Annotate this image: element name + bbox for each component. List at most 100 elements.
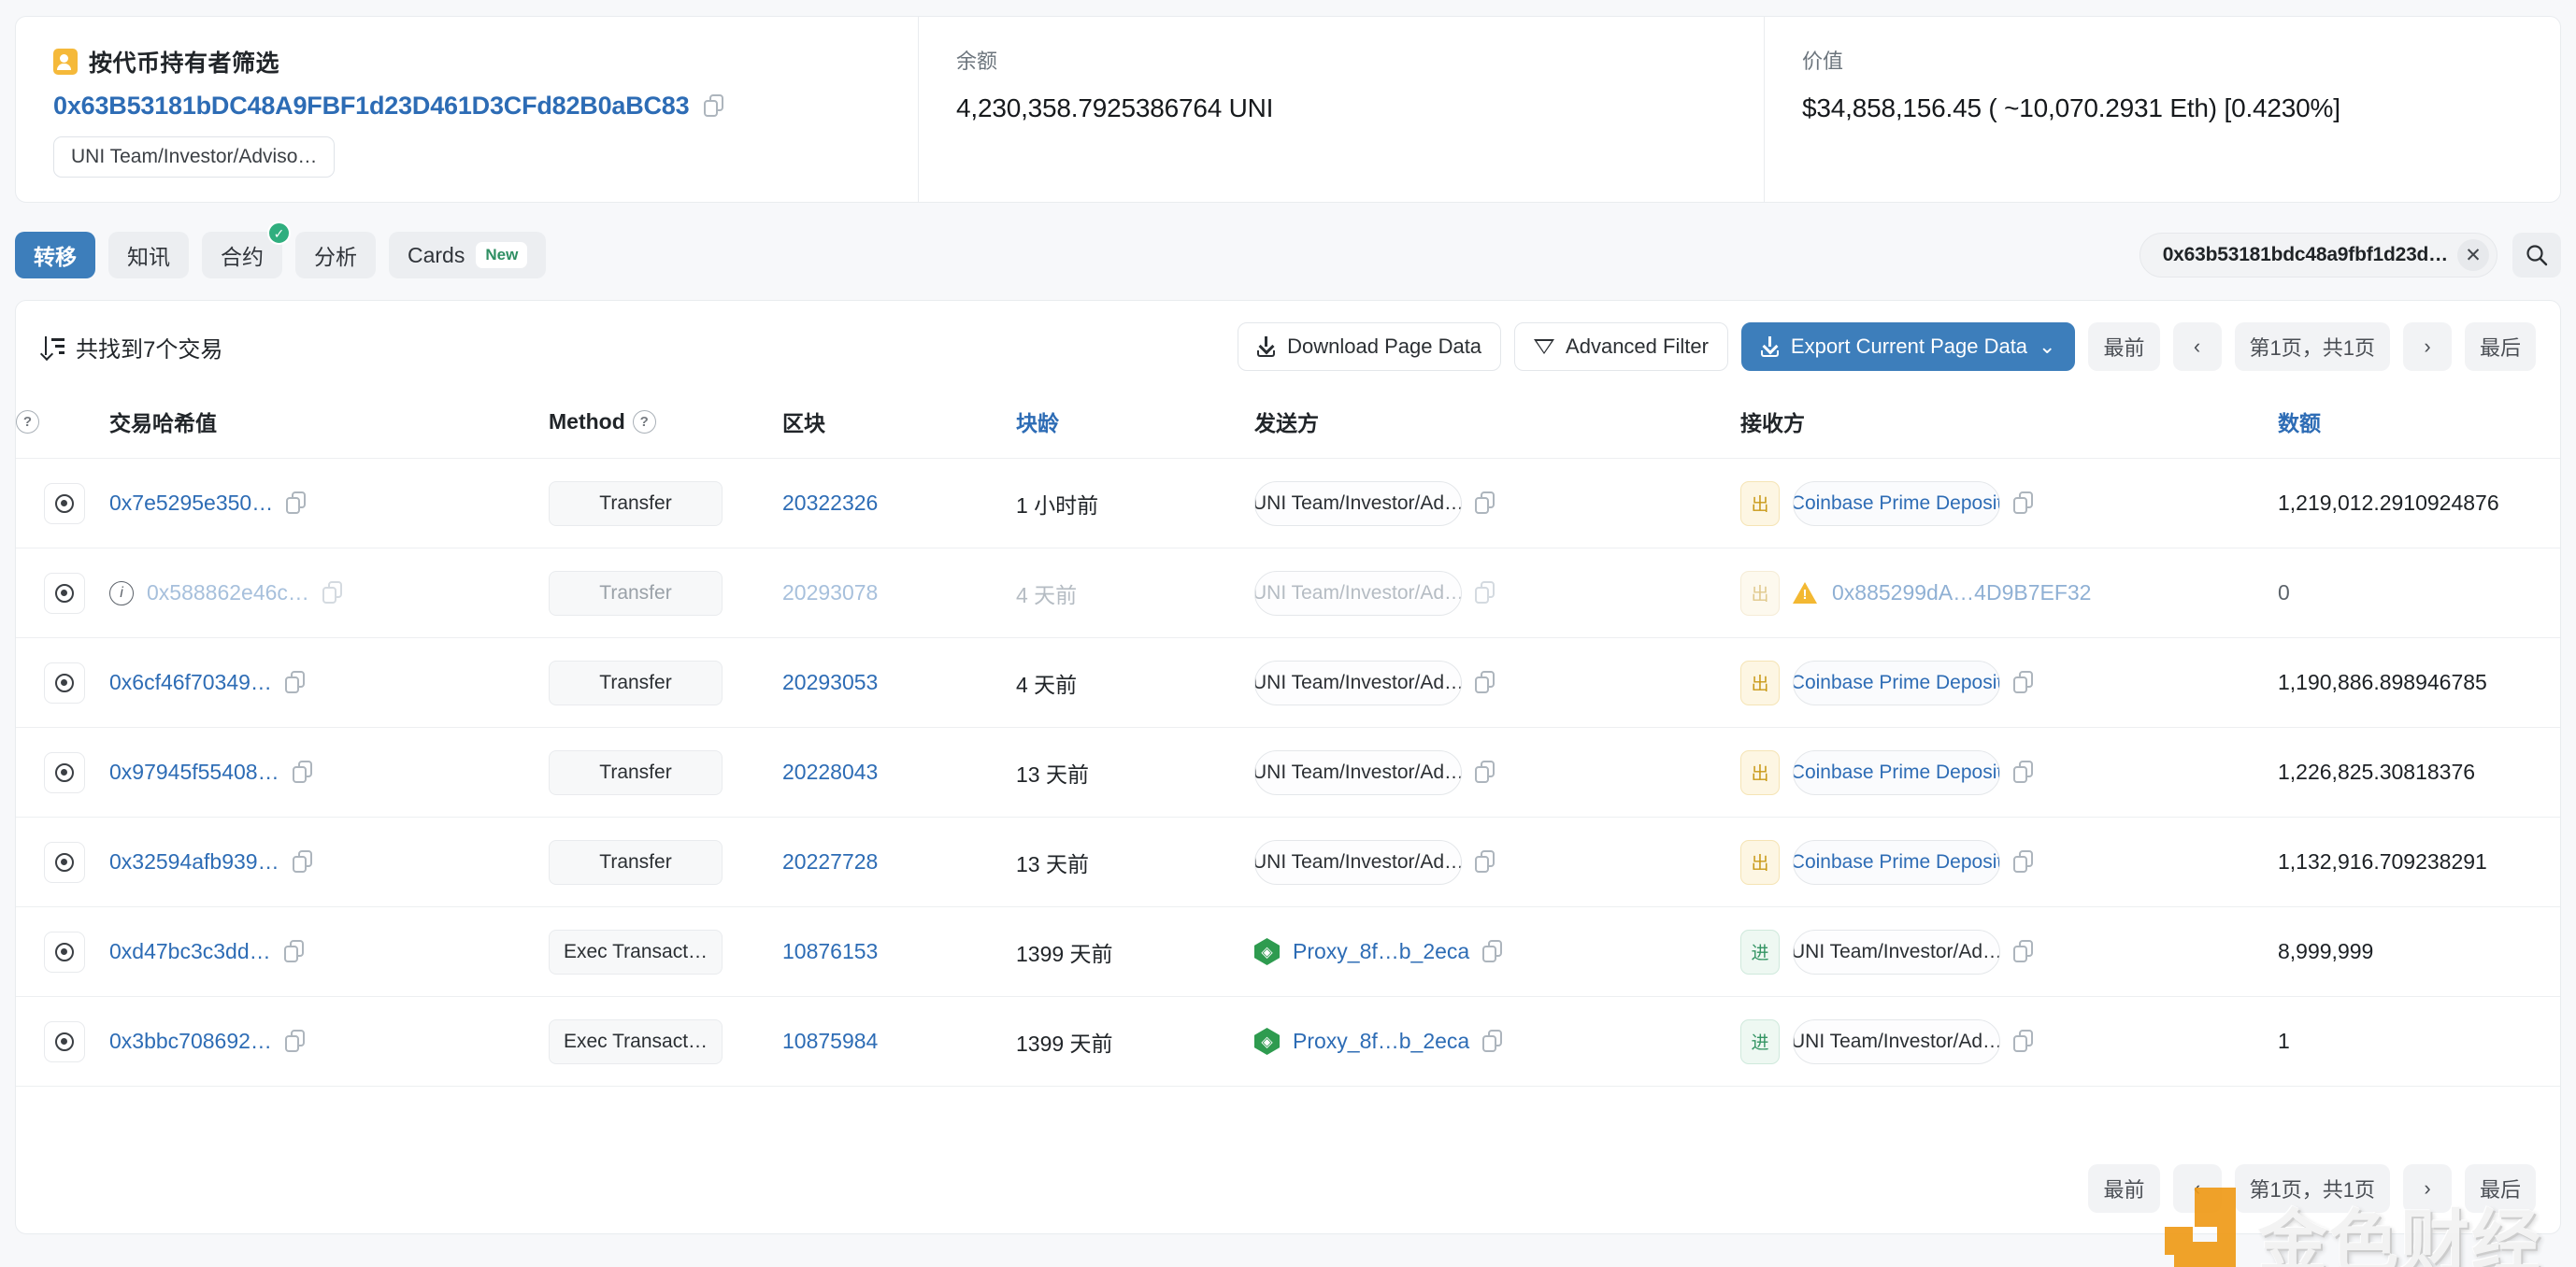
method-badge[interactable]: Exec Transact… [549, 929, 723, 975]
direction-badge-out: 出 [1740, 749, 1780, 795]
export-current-page-data-button[interactable]: Export Current Page Data ⌄ [1740, 322, 2076, 371]
pagination-last-button[interactable]: 最后 [2464, 322, 2536, 371]
method-badge[interactable]: Transfer [549, 570, 723, 616]
copy-icon[interactable] [2013, 670, 2034, 695]
close-icon[interactable]: ✕ [2457, 239, 2489, 271]
from-address-link[interactable]: Proxy_8f…b_2eca [1293, 1029, 1469, 1054]
tab-4[interactable]: 分析 [295, 232, 376, 278]
view-transaction-icon[interactable] [44, 482, 85, 524]
from-address-chip[interactable]: UNI Team/Investor/Ad… [1254, 660, 1462, 705]
cell-content: 20293078 [782, 580, 1016, 605]
copy-icon[interactable] [1482, 1029, 1503, 1054]
to-address-chip[interactable]: Coinbase Prime Deposit [1793, 749, 2000, 795]
copy-icon[interactable] [286, 491, 307, 516]
copy-icon[interactable] [1475, 849, 1496, 875]
method-badge[interactable]: Transfer [549, 480, 723, 526]
transaction-hash-link[interactable]: 0xd47bc3c3dd… [109, 939, 271, 964]
holder-filter-label: 按代币持有者筛选 [89, 50, 280, 77]
copy-icon[interactable] [2013, 1029, 2034, 1054]
view-transaction-icon[interactable] [44, 1020, 85, 1062]
method-badge[interactable]: Exec Transact… [549, 1018, 723, 1064]
copy-icon[interactable] [1482, 939, 1503, 964]
copy-icon[interactable] [1475, 760, 1496, 785]
to-address-chip[interactable]: UNI Team/Investor/Ad… [1793, 1018, 2000, 1064]
from-address-chip[interactable]: UNI Team/Investor/Ad… [1254, 570, 1462, 616]
copy-icon[interactable] [322, 580, 343, 605]
info-icon[interactable]: i [109, 580, 134, 605]
copy-icon[interactable] [1475, 491, 1496, 516]
transaction-hash-link[interactable]: 0x6cf46f70349… [109, 670, 272, 695]
to-address-chip[interactable]: UNI Team/Investor/Ad… [1793, 929, 2000, 975]
cell-content: 20227728 [782, 849, 1016, 875]
pagination-prev-button[interactable]: ‹ [2172, 322, 2222, 371]
column-header-label: 数额 [2278, 411, 2321, 435]
pagination-first-button-bottom[interactable]: 最前 [2088, 1164, 2160, 1213]
to-address-chip[interactable]: Coinbase Prime Deposit [1793, 480, 2000, 526]
pagination-next-button[interactable]: › [2402, 322, 2452, 371]
copy-icon[interactable] [284, 670, 306, 695]
search-button[interactable] [2512, 233, 2561, 278]
block-number-link[interactable]: 20293053 [782, 670, 878, 695]
to-address-link[interactable]: 0x885299dA…4D9B7EF32 [1832, 580, 2091, 605]
block-number-link[interactable]: 10875984 [782, 1029, 878, 1054]
cell-content: 13 天前 [1016, 847, 1254, 878]
holder-address-tag[interactable]: UNI Team/Investor/Adviso… [53, 136, 336, 178]
block-number-link[interactable]: 20322326 [782, 491, 878, 516]
column-header-5[interactable]: 块龄 [1016, 392, 1254, 459]
block-number-link[interactable]: 20227728 [782, 849, 878, 875]
transaction-hash-link[interactable]: 0x32594afb939… [109, 849, 279, 875]
copy-address-icon[interactable] [704, 93, 724, 119]
copy-icon[interactable] [2013, 760, 2034, 785]
from-address-link[interactable]: Proxy_8f…b_2eca [1293, 939, 1469, 964]
transaction-hash-link[interactable]: 0x3bbc708692… [109, 1029, 272, 1054]
copy-icon[interactable] [292, 849, 313, 875]
copy-icon[interactable] [292, 760, 313, 785]
block-number-link[interactable]: 20228043 [782, 760, 878, 785]
transaction-hash-link[interactable]: 0x97945f55408… [109, 760, 279, 785]
transaction-hash-link[interactable]: 0x7e5295e350… [109, 491, 273, 516]
copy-icon[interactable] [284, 1029, 306, 1054]
cell-content: 1399 天前 [1016, 1026, 1254, 1058]
view-transaction-icon[interactable] [44, 841, 85, 883]
from-address-chip[interactable]: UNI Team/Investor/Ad… [1254, 749, 1462, 795]
help-icon[interactable]: ? [632, 409, 656, 434]
tab-3[interactable]: 合约 ✓ [202, 221, 291, 278]
view-transaction-icon[interactable] [44, 751, 85, 793]
column-header-8[interactable]: 数额 [2278, 392, 2560, 459]
cell-method: Transfer [549, 817, 782, 907]
advanced-filter-button[interactable]: Advanced Filter [1514, 322, 1728, 371]
help-icon[interactable]: ? [16, 409, 39, 434]
tab-5[interactable]: Cards New [389, 232, 547, 278]
cell-age: 1399 天前 [1016, 906, 1254, 997]
method-badge[interactable]: Transfer [549, 660, 723, 705]
to-address-chip[interactable]: Coinbase Prime Deposit [1793, 660, 2000, 705]
pagination-first-button[interactable]: 最前 [2088, 322, 2160, 371]
copy-icon[interactable] [2013, 849, 2034, 875]
copy-icon[interactable] [283, 939, 305, 964]
cell-content [16, 751, 109, 793]
block-number-link[interactable]: 10876153 [782, 939, 878, 964]
cell-amount: 1,132,916.709238291 [2278, 817, 2560, 907]
tab-label: Cards [408, 242, 465, 267]
holder-address-link[interactable]: 0x63B53181bDC48A9FBF1d23D461D3CFd82B0aBC… [53, 92, 690, 121]
copy-icon[interactable] [1475, 670, 1496, 695]
copy-icon[interactable] [2013, 939, 2034, 964]
view-transaction-icon[interactable] [44, 572, 85, 614]
method-badge[interactable]: Transfer [549, 749, 723, 795]
address-search-field[interactable]: 0x63b53181bdc48a9fbf1d23d… ✕ [2139, 233, 2497, 278]
search-input-value[interactable]: 0x63b53181bdc48a9fbf1d23d… [2163, 244, 2449, 266]
download-page-data-button[interactable]: Download Page Data [1238, 322, 1502, 371]
transaction-hash-link[interactable]: 0x588862e46c… [147, 580, 309, 605]
block-number-link[interactable]: 20293078 [782, 580, 878, 605]
pagination-page-info[interactable]: 第1页，共1页 [2234, 322, 2390, 371]
method-badge[interactable]: Transfer [549, 839, 723, 885]
copy-icon[interactable] [1475, 580, 1496, 605]
from-address-chip[interactable]: UNI Team/Investor/Ad… [1254, 480, 1462, 526]
from-address-chip[interactable]: UNI Team/Investor/Ad… [1254, 839, 1462, 885]
copy-icon[interactable] [2013, 491, 2034, 516]
view-transaction-icon[interactable] [44, 931, 85, 973]
tab-2[interactable]: 知讯 [108, 232, 189, 278]
to-address-chip[interactable]: Coinbase Prime Deposit [1793, 839, 2000, 885]
tab-1[interactable]: 转移 [15, 232, 95, 278]
view-transaction-icon[interactable] [44, 662, 85, 704]
